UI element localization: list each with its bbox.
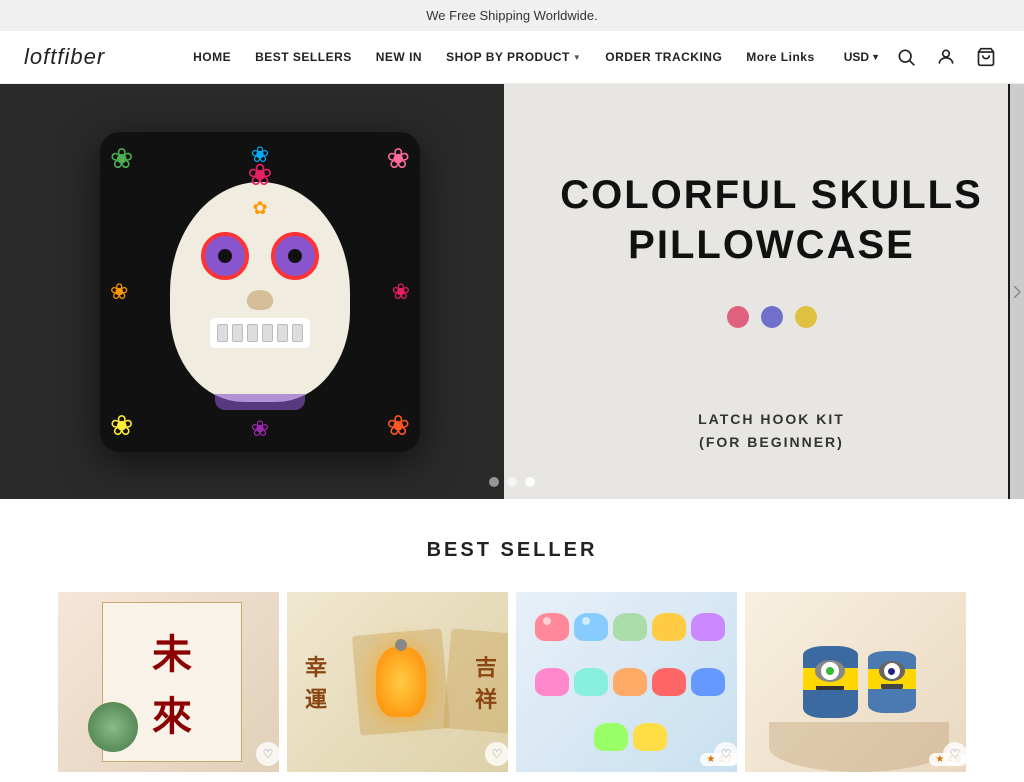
product-card-4[interactable]: ★ 4.6 ♡ — [745, 592, 966, 772]
currency-selector[interactable]: USD ▼ — [844, 50, 880, 64]
hero-section: ❀ ❀ ❀ ❀ ❀ ❀ ❀ ❀ ❀ — [0, 84, 1024, 499]
chevron-down-icon: ▼ — [573, 53, 581, 62]
cart-icon — [976, 47, 996, 67]
product-grid: 未 來 ♡ 幸運 — [0, 582, 1024, 782]
hero-text-content: COLORFUL SKULLS PILLOWCASE LATCH HOOK KI… — [519, 84, 1024, 499]
nav-best-sellers[interactable]: BEST SELLERS — [255, 50, 352, 64]
carousel-dot-3[interactable] — [525, 477, 535, 487]
color-dot-pink — [727, 306, 749, 328]
hero-image: ❀ ❀ ❀ ❀ ❀ ❀ ❀ ❀ ❀ — [0, 84, 520, 499]
nav-order-tracking[interactable]: ORDER TRACKING — [605, 50, 722, 64]
hero-subtitle: LATCH HOOK KIT (FOR BEGINNER) — [698, 408, 845, 453]
color-dots — [727, 306, 817, 328]
best-seller-section: BEST SELLER — [0, 499, 1024, 582]
account-button[interactable] — [932, 43, 960, 71]
account-icon — [936, 47, 956, 67]
nav-shop-by-product[interactable]: SHOP BY PRODUCT ▼ — [446, 50, 581, 64]
product-3-wishlist-btn[interactable]: ♡ — [714, 742, 737, 766]
main-nav: HOME BEST SELLERS NEW IN SHOP BY PRODUCT… — [164, 50, 844, 64]
hero-next-arrow[interactable] — [1010, 84, 1024, 499]
product-2-wishlist-btn[interactable]: ♡ — [485, 742, 508, 766]
carousel-dot-2[interactable] — [507, 477, 517, 487]
color-dot-blue — [761, 306, 783, 328]
product-card-3[interactable]: ★ 4.7 ♡ — [516, 592, 737, 772]
carousel-indicators — [489, 477, 535, 487]
header: loftfiber HOME BEST SELLERS NEW IN SHOP … — [0, 31, 1024, 84]
product-card-1[interactable]: 未 來 ♡ — [58, 592, 279, 772]
color-dot-yellow — [795, 306, 817, 328]
hero-title: COLORFUL SKULLS PILLOWCASE — [560, 170, 983, 270]
product-1-wishlist-btn[interactable]: ♡ — [256, 742, 279, 766]
top-banner: We Free Shipping Worldwide. — [0, 0, 1024, 31]
product-card-2[interactable]: 幸運 吉祥 ♡ — [287, 592, 508, 772]
nav-more-links[interactable]: More Links — [746, 50, 814, 64]
nav-home[interactable]: HOME — [193, 50, 231, 64]
product-image-1: 未 來 ♡ — [58, 592, 279, 772]
product-image-2: 幸運 吉祥 ♡ — [287, 592, 508, 772]
cart-button[interactable] — [972, 43, 1000, 71]
search-icon — [896, 47, 916, 67]
product-image-4: ★ 4.6 ♡ — [745, 592, 966, 772]
currency-arrow-icon: ▼ — [871, 52, 880, 62]
carousel-dot-1[interactable] — [489, 477, 499, 487]
product-4-wishlist-btn[interactable]: ♡ — [943, 742, 966, 766]
header-actions: USD ▼ — [844, 43, 1000, 71]
banner-text: We Free Shipping Worldwide. — [426, 8, 598, 23]
product-image-3: ★ 4.7 ♡ — [516, 592, 737, 772]
logo[interactable]: loftfiber — [24, 44, 164, 70]
search-button[interactable] — [892, 43, 920, 71]
best-seller-title: BEST SELLER — [20, 539, 1004, 562]
nav-new-in[interactable]: NEW IN — [376, 50, 422, 64]
